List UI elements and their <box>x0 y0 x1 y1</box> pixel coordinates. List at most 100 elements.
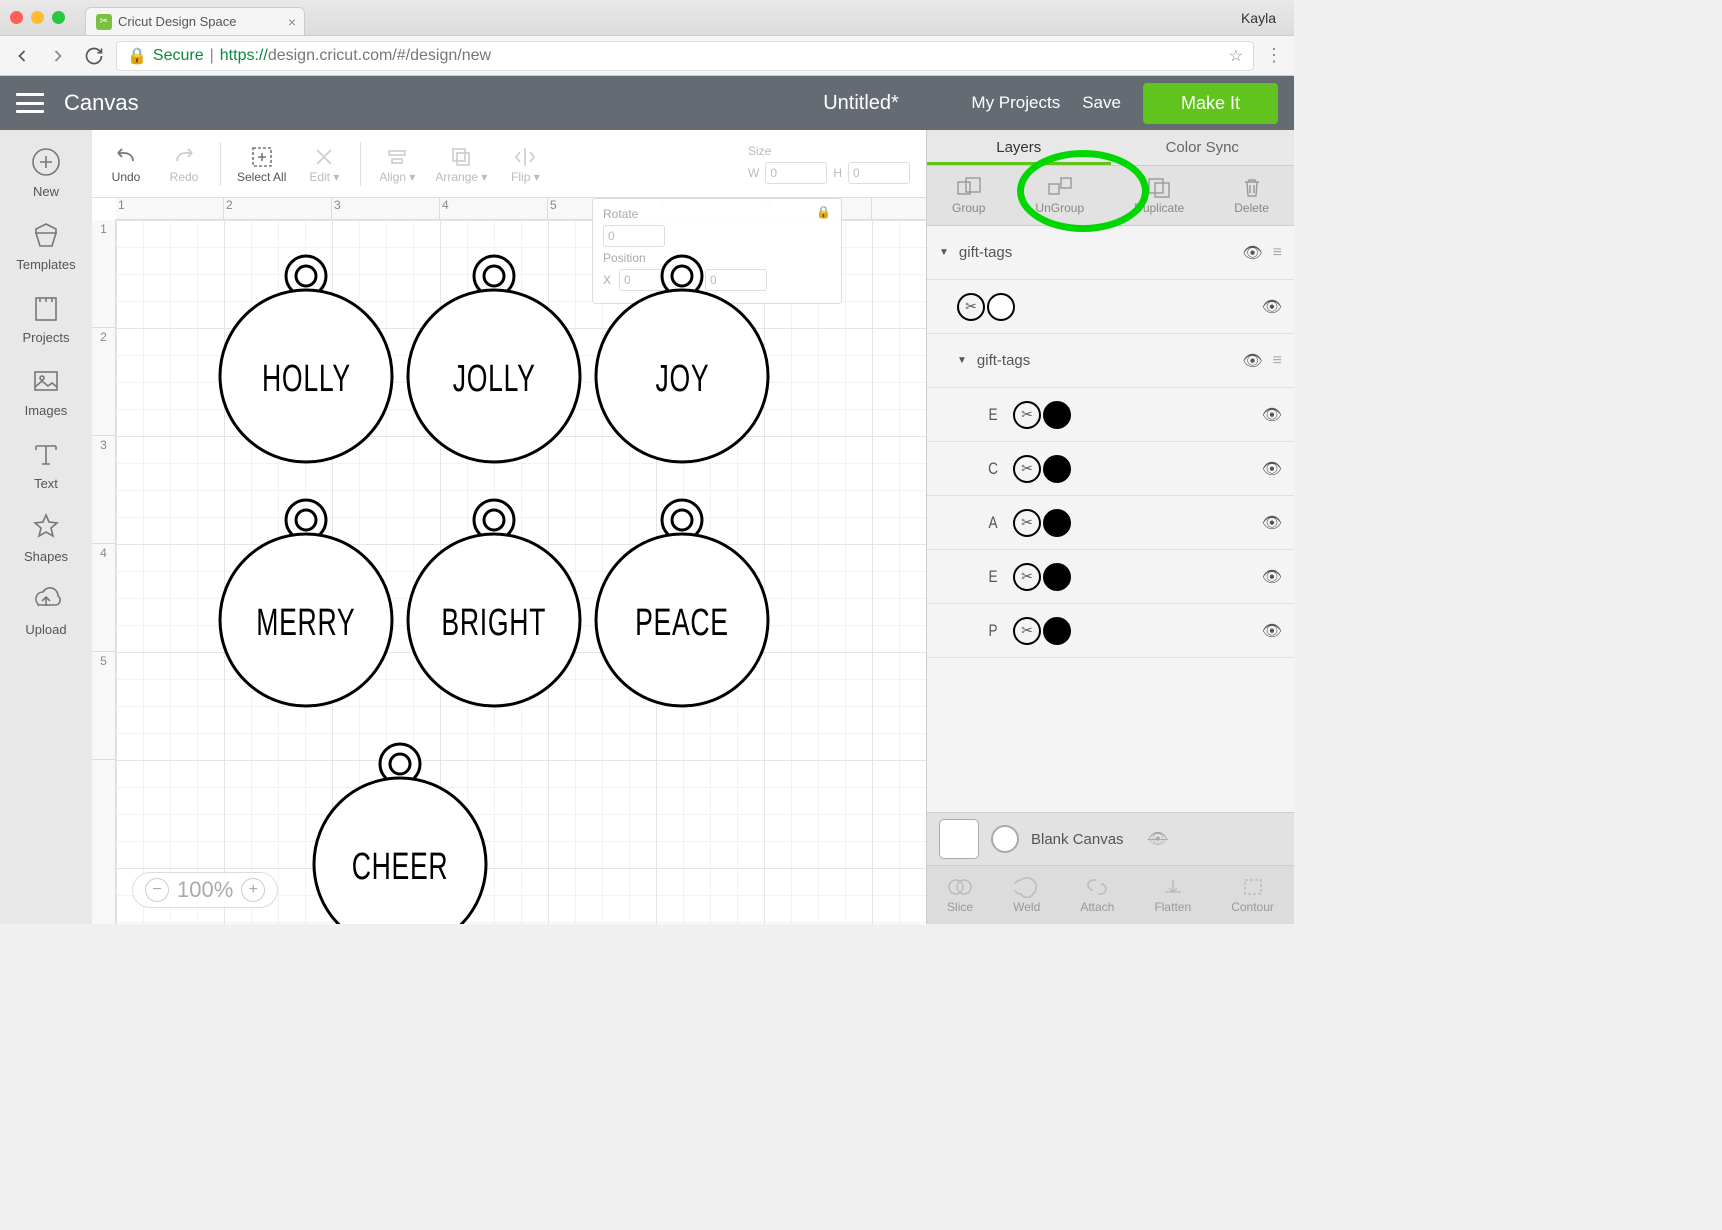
close-tab-icon[interactable]: × <box>288 14 296 30</box>
sidebar-upload[interactable]: Upload <box>0 582 92 637</box>
ungroup-button[interactable]: UnGroup <box>1035 176 1084 215</box>
browser-menu-icon[interactable]: ⋮ <box>1262 45 1286 66</box>
my-projects-link[interactable]: My Projects <box>971 93 1060 113</box>
sidebar-text[interactable]: Text <box>0 436 92 491</box>
layer-letter: P <box>985 621 1001 641</box>
color-swatch[interactable] <box>1043 455 1071 483</box>
drag-handle-icon[interactable]: ≡ <box>1273 352 1282 370</box>
color-swatch[interactable] <box>1043 509 1071 537</box>
reload-button[interactable] <box>80 42 108 70</box>
weld-button[interactable]: Weld <box>1013 876 1040 914</box>
sidebar-projects[interactable]: Projects <box>0 290 92 345</box>
layer-item[interactable]: ✂ 👁 <box>927 280 1294 334</box>
gift-tag[interactable]: JOY <box>592 252 772 464</box>
gift-tag[interactable]: BRIGHT <box>404 496 584 708</box>
save-link[interactable]: Save <box>1082 93 1121 113</box>
canvas-color-icon[interactable] <box>991 825 1019 853</box>
layer-item[interactable]: P ✂ 👁 <box>927 604 1294 658</box>
cut-icon: ✂ <box>1013 455 1041 483</box>
canvas-layer[interactable]: Blank Canvas 👁 <box>927 812 1294 866</box>
visibility-icon[interactable]: 👁 <box>1262 621 1282 641</box>
layers-list[interactable]: ▼ gift-tags 👁 ≡ ✂ 👁 ▼ gift-tags 👁 ≡ E ✂ <box>927 226 1294 812</box>
make-it-button[interactable]: Make It <box>1143 83 1278 124</box>
visibility-icon[interactable]: 👁 <box>1262 567 1282 587</box>
gift-tag[interactable]: CHEER <box>310 740 490 924</box>
rotate-input[interactable] <box>603 225 665 247</box>
tab-layers[interactable]: Layers <box>927 130 1111 165</box>
slice-button[interactable]: Slice <box>947 876 973 914</box>
browser-tab[interactable]: ✂ Cricut Design Space × <box>85 7 305 35</box>
tab-color-sync[interactable]: Color Sync <box>1111 130 1295 165</box>
group-button[interactable]: Group <box>952 176 985 215</box>
canvas-label: Canvas <box>64 90 139 116</box>
drag-handle-icon[interactable]: ≡ <box>1273 244 1282 262</box>
edit-button: Edit ▾ <box>298 140 350 188</box>
cut-icon: ✂ <box>1013 563 1041 591</box>
zoom-in-button[interactable]: + <box>241 878 265 902</box>
visibility-icon[interactable]: 👁 <box>1242 351 1262 371</box>
address-bar[interactable]: 🔒 Secure | https://design.cricut.com/#/d… <box>116 41 1254 71</box>
chevron-down-icon[interactable]: ▼ <box>957 355 967 366</box>
toolbar: Undo Redo Select All Edit ▾ Align ▾ Arra… <box>92 130 926 198</box>
window-close-icon[interactable] <box>10 11 23 24</box>
visibility-icon[interactable]: 👁 <box>1242 243 1262 263</box>
duplicate-button[interactable]: Duplicate <box>1134 176 1184 215</box>
profile-name[interactable]: Kayla <box>1241 10 1284 26</box>
color-swatch[interactable] <box>1043 401 1071 429</box>
favicon-icon: ✂ <box>96 14 112 30</box>
canvas-swatch[interactable] <box>939 819 979 859</box>
zoom-control[interactable]: − 100% + <box>132 872 278 908</box>
gift-tag[interactable]: HOLLY <box>216 252 396 464</box>
gift-tag[interactable]: MERRY <box>216 496 396 708</box>
visibility-icon[interactable]: 👁 <box>1262 297 1282 317</box>
lock-icon[interactable]: 🔒 <box>816 205 831 219</box>
color-swatch[interactable] <box>1043 617 1071 645</box>
layer-item[interactable]: E ✂ 👁 <box>927 388 1294 442</box>
sidebar-new[interactable]: New <box>0 144 92 199</box>
tag-label: BRIGHT <box>442 602 547 645</box>
left-sidebar: New Templates Projects Images Text Shape… <box>0 130 92 924</box>
zoom-out-button[interactable]: − <box>145 878 169 902</box>
back-button[interactable] <box>8 42 36 70</box>
gift-tag[interactable]: PEACE <box>592 496 772 708</box>
browser-titlebar: ✂ Cricut Design Space × Kayla <box>0 0 1294 36</box>
sidebar-templates[interactable]: Templates <box>0 217 92 272</box>
canvas[interactable]: 1234567 12345 🔒 Rotate Position X Y HOLL… <box>92 198 926 924</box>
visibility-icon[interactable]: 👁 <box>1262 513 1282 533</box>
layer-group[interactable]: ▼ gift-tags 👁 ≡ <box>927 226 1294 280</box>
tag-label: MERRY <box>256 602 355 645</box>
secure-label: Secure <box>153 47 204 65</box>
visibility-icon[interactable]: 👁 <box>1262 405 1282 425</box>
layer-item[interactable]: C ✂ 👁 <box>927 442 1294 496</box>
delete-button[interactable]: Delete <box>1234 176 1269 215</box>
flatten-button[interactable]: Flatten <box>1154 876 1191 914</box>
lock-icon: 🔒 <box>127 46 147 66</box>
window-maximize-icon[interactable] <box>52 11 65 24</box>
window-minimize-icon[interactable] <box>31 11 44 24</box>
layer-letter: E <box>985 405 1001 425</box>
width-input[interactable] <box>765 162 827 184</box>
color-swatch[interactable] <box>987 293 1015 321</box>
height-input[interactable] <box>848 162 910 184</box>
cut-icon: ✂ <box>1013 617 1041 645</box>
menu-hamburger-icon[interactable] <box>16 93 44 113</box>
visibility-hidden-icon[interactable]: 👁 <box>1148 829 1168 849</box>
sidebar-images[interactable]: Images <box>0 363 92 418</box>
redo-button: Redo <box>158 140 210 188</box>
bookmark-star-icon[interactable]: ☆ <box>1229 46 1243 66</box>
visibility-icon[interactable]: 👁 <box>1262 459 1282 479</box>
attach-button[interactable]: Attach <box>1080 876 1114 914</box>
document-title[interactable]: Untitled* <box>823 92 899 115</box>
chevron-down-icon[interactable]: ▼ <box>939 247 949 258</box>
color-swatch[interactable] <box>1043 563 1071 591</box>
sidebar-shapes[interactable]: Shapes <box>0 509 92 564</box>
select-all-button[interactable]: Select All <box>231 140 292 188</box>
layer-item[interactable]: A ✂ 👁 <box>927 496 1294 550</box>
forward-button <box>44 42 72 70</box>
layer-item[interactable]: E ✂ 👁 <box>927 550 1294 604</box>
gift-tag[interactable]: JOLLY <box>404 252 584 464</box>
contour-button[interactable]: Contour <box>1231 876 1274 914</box>
layer-group[interactable]: ▼ gift-tags 👁 ≡ <box>927 334 1294 388</box>
flip-button: Flip ▾ <box>499 140 551 188</box>
undo-button[interactable]: Undo <box>100 140 152 188</box>
